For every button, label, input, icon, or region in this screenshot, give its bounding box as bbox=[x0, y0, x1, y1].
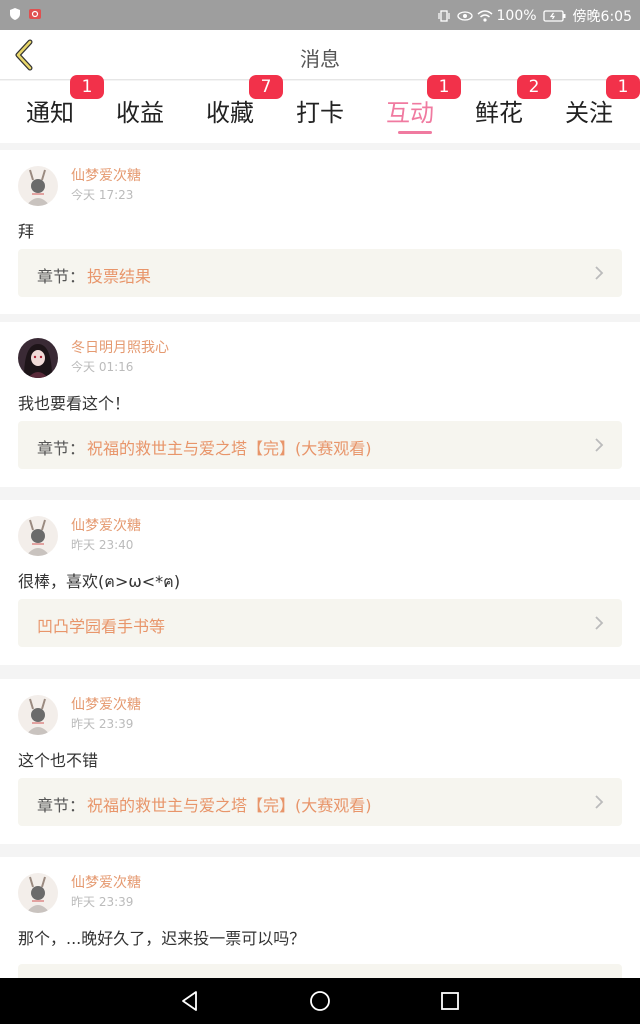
timestamp: 昨天 23:39 bbox=[71, 717, 134, 731]
triangle-back-icon bbox=[182, 991, 197, 1011]
eye-icon bbox=[456, 9, 473, 23]
chapter-title: 祝福的救世主与爱之塔【完】(大赛观看) bbox=[87, 796, 372, 815]
username[interactable]: 仙梦爱次糖 bbox=[71, 165, 141, 185]
battery-icon bbox=[542, 9, 567, 23]
message-list[interactable]: 仙梦爱次糖 今天 17:23 拜 章节： 投票结果 冬日明月照我心 今天 01:… bbox=[0, 150, 640, 978]
tab-bar: 通知 1 收益 收藏 7 打卡 互动 1 鲜花 2 关注 1 bbox=[0, 75, 640, 143]
message-card: 仙梦爱次糖 昨天 23:40 很棒，喜欢(ฅ>ω<*ฅ) 凹凸学园看手书等 bbox=[0, 500, 640, 665]
message-text: 我也要看这个！ bbox=[18, 394, 131, 413]
chapter-prefix: 章节： bbox=[37, 439, 86, 458]
message-text: 很棒，喜欢(ฅ>ω<*ฅ) bbox=[18, 572, 181, 591]
shield-icon bbox=[8, 7, 22, 21]
chapter-link[interactable]: 章节： 祝福的救世主与爱之塔【完】(大赛观看) bbox=[18, 778, 622, 826]
chapter-title: 凹凸学园看手书等 bbox=[37, 617, 166, 636]
message-text: 拜 bbox=[18, 222, 35, 241]
chapter-title: 投票结果 bbox=[87, 267, 152, 286]
message-text: 这个也不错 bbox=[18, 751, 99, 770]
timestamp: 今天 01:16 bbox=[71, 360, 134, 374]
wifi-icon bbox=[477, 9, 493, 23]
chevron-right-icon bbox=[595, 795, 604, 809]
chapter-link[interactable]: 章节： 投票结果 bbox=[18, 249, 622, 297]
active-tab-indicator bbox=[398, 131, 432, 134]
message-card: 仙梦爱次糖 昨天 23:39 这个也不错 章节： 祝福的救世主与爱之塔【完】(大… bbox=[0, 679, 640, 844]
tab-label: 收益 bbox=[116, 99, 164, 127]
chapter-link[interactable] bbox=[18, 964, 622, 978]
username[interactable]: 仙梦爱次糖 bbox=[71, 515, 141, 535]
chevron-right-icon bbox=[595, 616, 604, 630]
tab-interaction[interactable]: 互动 1 bbox=[365, 75, 461, 143]
nav-back-button[interactable] bbox=[178, 989, 202, 1013]
circle-home-icon bbox=[310, 991, 330, 1011]
chapter-prefix: 章节： bbox=[37, 267, 86, 286]
chevron-right-icon bbox=[595, 438, 604, 452]
tab-flowers[interactable]: 鲜花 2 bbox=[454, 75, 551, 143]
tab-favorites[interactable]: 收藏 7 bbox=[185, 75, 283, 143]
chapter-title: 祝福的救世主与爱之塔【完】(大赛观看) bbox=[87, 439, 372, 458]
avatar[interactable] bbox=[18, 873, 58, 913]
timestamp: 昨天 23:40 bbox=[71, 538, 134, 552]
battery-percent: 100% bbox=[496, 8, 537, 24]
username[interactable]: 仙梦爱次糖 bbox=[71, 694, 141, 714]
chapter-link[interactable]: 章节： 祝福的救世主与爱之塔【完】(大赛观看) bbox=[18, 421, 622, 469]
tab-checkin[interactable]: 打卡 bbox=[275, 81, 365, 143]
tab-notifications[interactable]: 通知 1 bbox=[5, 75, 104, 143]
avatar[interactable] bbox=[18, 338, 58, 378]
chapter-link[interactable]: 凹凸学园看手书等 bbox=[18, 599, 622, 647]
timestamp: 今天 17:23 bbox=[71, 188, 134, 202]
nav-recents-button[interactable] bbox=[438, 989, 462, 1013]
header: 消息 bbox=[0, 30, 640, 80]
page-title: 消息 bbox=[300, 47, 340, 71]
message-card: 仙梦爱次糖 昨天 23:39 那个，...晚好久了，迟来投一票可以吗？ bbox=[0, 857, 640, 978]
message-card: 冬日明月照我心 今天 01:16 我也要看这个！ 章节： 祝福的救世主与爱之塔【… bbox=[0, 322, 640, 487]
system-nav-bar bbox=[0, 978, 640, 1024]
nav-home-button[interactable] bbox=[308, 989, 332, 1013]
square-recents-icon bbox=[441, 992, 459, 1010]
username[interactable]: 冬日明月照我心 bbox=[71, 337, 169, 357]
avatar[interactable] bbox=[18, 695, 58, 735]
clock: 傍晚6:05 bbox=[572, 9, 632, 25]
tab-label: 打卡 bbox=[296, 99, 344, 127]
tab-badge: 1 bbox=[606, 75, 640, 99]
vibrate-icon bbox=[437, 9, 451, 23]
avatar[interactable] bbox=[18, 516, 58, 556]
message-text: 那个，...晚好久了，迟来投一票可以吗？ bbox=[18, 929, 306, 948]
avatar[interactable] bbox=[18, 166, 58, 206]
timestamp: 昨天 23:39 bbox=[71, 895, 134, 909]
message-card: 仙梦爱次糖 今天 17:23 拜 章节： 投票结果 bbox=[0, 150, 640, 314]
chevron-right-icon bbox=[595, 266, 604, 280]
status-bar: 100% 傍晚6:05 bbox=[0, 0, 640, 30]
chapter-prefix: 章节： bbox=[37, 796, 86, 815]
tab-following[interactable]: 关注 1 bbox=[544, 75, 640, 143]
app-notification-icon bbox=[28, 7, 42, 21]
tab-earnings[interactable]: 收益 bbox=[95, 81, 185, 143]
username[interactable]: 仙梦爱次糖 bbox=[71, 872, 141, 892]
